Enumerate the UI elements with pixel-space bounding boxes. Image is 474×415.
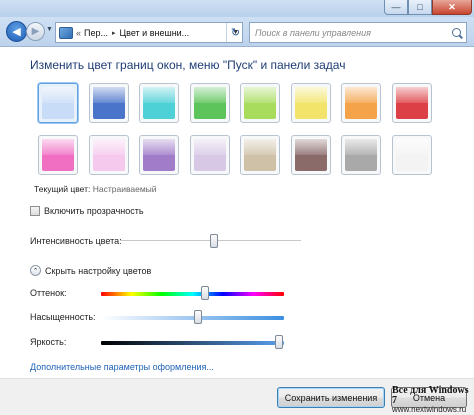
save-changes-button[interactable]: Сохранить изменения <box>277 387 385 408</box>
breadcrumb[interactable]: « Пер... ▸ Цвет и внешни... ▼ <box>55 22 243 43</box>
transparency-label: Включить прозрачность <box>44 206 144 216</box>
swatch-fill <box>42 139 74 171</box>
window-controls: — □ ✕ <box>384 0 472 15</box>
watermark-url: www.nextwindows.ru <box>392 405 467 414</box>
brightness-slider-track[interactable] <box>101 341 284 345</box>
hue-slider-thumb[interactable] <box>201 286 209 300</box>
hide-color-mixer-toggle[interactable]: ⌃ Скрыть настройку цветов <box>30 265 151 276</box>
brightness-label: Яркость: <box>30 337 67 347</box>
search-input[interactable] <box>255 27 451 38</box>
color-swatch-lavender[interactable] <box>190 135 230 175</box>
saturation-slider-thumb[interactable] <box>194 310 202 324</box>
search-icon[interactable] <box>452 28 461 37</box>
watermark-title: Все для Windows 7 <box>392 385 469 406</box>
saturation-slider-track[interactable] <box>101 316 284 320</box>
swatch-fill <box>295 87 327 119</box>
color-swatch-lime[interactable] <box>240 83 280 123</box>
current-color-value: Настраиваемый <box>92 184 157 194</box>
intensity-slider-thumb[interactable] <box>210 234 218 248</box>
title-bar: — □ ✕ <box>0 0 474 17</box>
transparency-checkbox[interactable] <box>30 206 40 216</box>
swatch-fill <box>345 87 377 119</box>
swatch-fill <box>345 139 377 171</box>
search-box <box>249 22 467 43</box>
saturation-label: Насыщенность: <box>30 312 96 322</box>
color-swatch-leaf[interactable] <box>190 83 230 123</box>
advanced-appearance-link[interactable]: Дополнительные параметры оформления... <box>30 362 214 372</box>
swatch-fill <box>295 139 327 171</box>
navigation-bar: ◀ ▶ ▼ « Пер... ▸ Цвет и внешни... ▼ ↻ <box>0 17 474 47</box>
control-panel-icon <box>59 26 73 39</box>
color-swatch-twilight[interactable] <box>89 83 129 123</box>
swatch-fill <box>42 87 74 119</box>
color-swatch-frost[interactable] <box>392 135 432 175</box>
swatch-fill <box>244 139 276 171</box>
color-swatch-lemon[interactable] <box>291 83 331 123</box>
collapse-chevron-icon[interactable]: ⌃ <box>30 265 41 276</box>
breadcrumb-item-personalization[interactable]: Пер... <box>84 28 108 38</box>
watermark: Все для Windows 7 www.nextwindows.ru <box>392 386 472 414</box>
page-title: Изменить цвет границ окон, меню "Пуск" и… <box>30 58 346 72</box>
color-swatch-pink[interactable] <box>38 135 78 175</box>
hue-slider-track[interactable] <box>101 292 284 296</box>
swatch-fill <box>93 139 125 171</box>
breadcrumb-item-color[interactable]: Цвет и внешни... <box>120 28 190 38</box>
hue-label: Оттенок: <box>30 288 67 298</box>
swatch-fill <box>244 87 276 119</box>
minimize-icon[interactable]: — <box>384 0 408 15</box>
recent-pages-dropdown-icon[interactable]: ▼ <box>46 26 53 33</box>
color-swatch-violet[interactable] <box>139 135 179 175</box>
back-arrow-icon[interactable]: ◀ <box>6 21 27 42</box>
swatch-fill <box>93 87 125 119</box>
swatch-fill <box>194 139 226 171</box>
refresh-icon[interactable]: ↻ <box>226 23 244 42</box>
color-swatch-chocolate[interactable] <box>291 135 331 175</box>
swatch-fill <box>143 87 175 119</box>
maximize-icon[interactable]: □ <box>408 0 432 15</box>
close-icon[interactable]: ✕ <box>432 0 472 15</box>
swatch-fill <box>194 87 226 119</box>
color-swatch-sea[interactable] <box>139 83 179 123</box>
intensity-label: Интенсивность цвета: <box>30 236 122 246</box>
breadcrumb-overflow-icon[interactable]: « <box>76 28 81 38</box>
color-swatch-red[interactable] <box>392 83 432 123</box>
brightness-slider-thumb[interactable] <box>275 335 283 349</box>
current-color-text: Текущий цвет: Настраиваемый <box>34 184 157 194</box>
hide-color-mixer-label: Скрыть настройку цветов <box>45 265 152 276</box>
color-swatch-orange[interactable] <box>341 83 381 123</box>
swatch-fill <box>143 139 175 171</box>
forward-arrow-icon[interactable]: ▶ <box>26 22 45 41</box>
color-swatch-blush[interactable] <box>89 135 129 175</box>
color-swatch-sky[interactable] <box>38 83 78 123</box>
current-color-label: Текущий цвет: <box>34 184 91 194</box>
transparency-option[interactable]: Включить прозрачность <box>30 206 144 216</box>
swatch-fill <box>396 139 428 171</box>
color-swatch-slate[interactable] <box>341 135 381 175</box>
color-swatch-taupe[interactable] <box>240 135 280 175</box>
swatch-fill <box>396 87 428 119</box>
breadcrumb-arrow-icon[interactable]: ▸ <box>112 29 116 37</box>
